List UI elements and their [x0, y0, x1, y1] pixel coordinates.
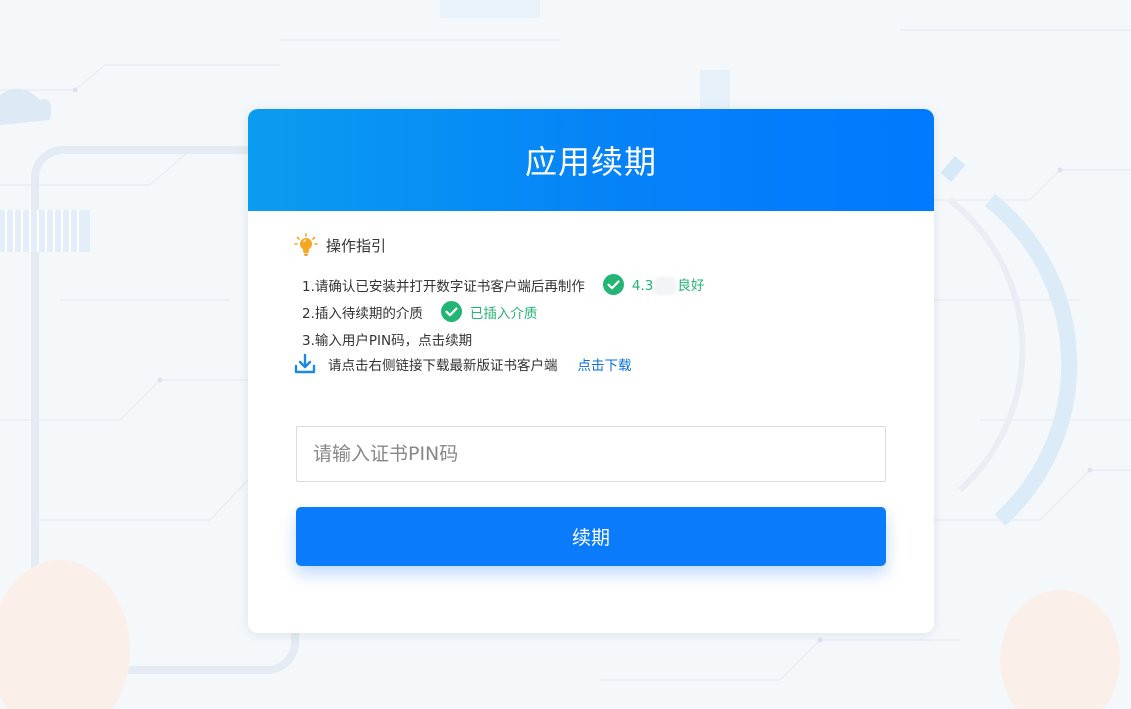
step-text: 2.插入待续期的介质	[302, 305, 423, 322]
client-status-text: 良好	[677, 278, 705, 294]
step-text: 1.请确认已安装并打开数字证书客户端后再制作	[302, 278, 585, 295]
guide-steps: 1.请确认已安装并打开数字证书客户端后再制作 4.3 良好 2.插入待续期的介质 …	[302, 271, 894, 352]
download-icon	[294, 353, 316, 375]
download-hint: 请点击右侧链接下载最新版证书客户端	[328, 358, 558, 374]
media-status: 已插入介质	[469, 305, 538, 322]
card-header: 应用续期	[248, 109, 934, 211]
step-text: 3.输入用户PIN码，点击续期	[302, 332, 473, 349]
client-status: 4.3 良好	[632, 274, 704, 295]
step-item-3: 3.输入用户PIN码，点击续期	[302, 325, 894, 352]
client-version: 4.3	[631, 278, 654, 294]
check-circle-icon	[440, 301, 462, 322]
obscured-text	[654, 277, 677, 295]
renewal-card: 应用续期 操作指引 1.请确认已安装并打开数字证书客户端后再制作 4.3 良好 …	[248, 109, 934, 633]
step-item-1: 1.请确认已安装并打开数字证书客户端后再制作 4.3 良好	[302, 271, 894, 298]
step-item-2: 2.插入待续期的介质 已插入介质	[302, 298, 894, 325]
download-link[interactable]: 点击下载	[578, 354, 632, 374]
download-row: 请点击右侧链接下载最新版证书客户端 点击下载	[294, 352, 632, 376]
check-circle-icon	[602, 274, 624, 295]
page-title: 应用续期	[524, 143, 657, 181]
renew-button[interactable]: 续期	[296, 507, 886, 566]
guide-header: 操作指引	[294, 233, 386, 257]
pin-input[interactable]	[296, 426, 886, 482]
guide-title: 操作指引	[326, 236, 387, 255]
lightbulb-icon	[294, 233, 318, 257]
